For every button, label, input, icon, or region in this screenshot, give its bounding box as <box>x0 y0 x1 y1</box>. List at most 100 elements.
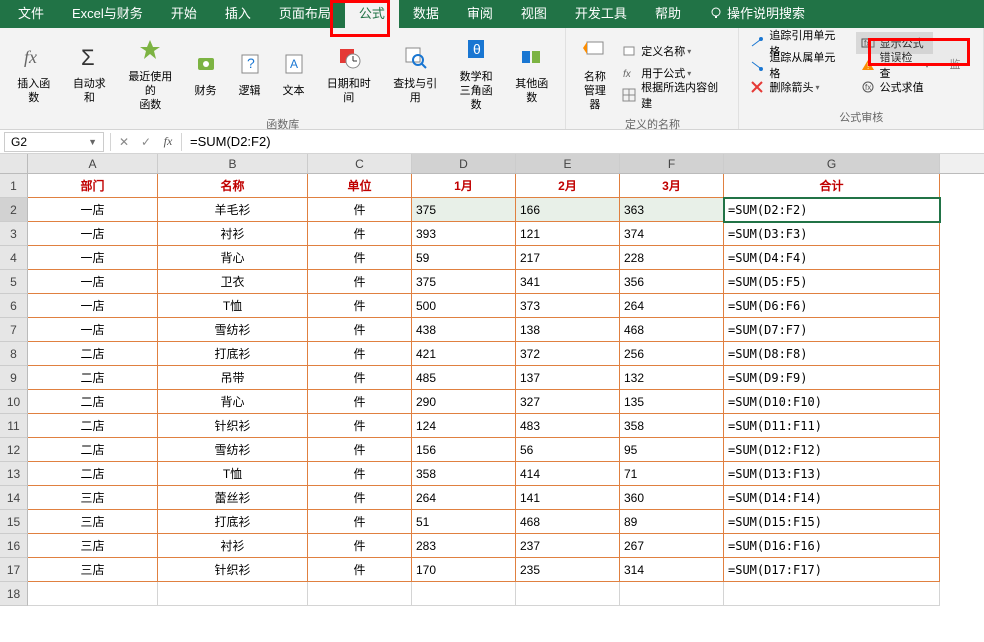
row-header-12[interactable]: 12 <box>0 438 28 462</box>
cell-D15[interactable]: 51 <box>412 510 516 534</box>
header-dept[interactable]: 部门 <box>28 174 158 198</box>
autosum-button[interactable]: Σ 自动求和 <box>62 39 118 107</box>
cell-D2[interactable]: 375 <box>412 198 516 222</box>
cell-B17[interactable]: 针织衫 <box>158 558 308 582</box>
cell-C5[interactable]: 件 <box>308 270 412 294</box>
cell-E17[interactable]: 235 <box>516 558 620 582</box>
header-total[interactable]: 合计 <box>724 174 940 198</box>
header-feb[interactable]: 2月 <box>516 174 620 198</box>
cell-D13[interactable]: 358 <box>412 462 516 486</box>
cell-B7[interactable]: 雪纺衫 <box>158 318 308 342</box>
error-check-button[interactable]: ! 错误检查 ▾ <box>856 54 933 76</box>
cell-G12[interactable]: =SUM(D12:F12) <box>724 438 940 462</box>
menu-view[interactable]: 视图 <box>507 0 561 28</box>
name-manager-button[interactable]: 名称 管理器 <box>572 32 617 114</box>
menu-data[interactable]: 数据 <box>399 0 453 28</box>
cell-G4[interactable]: =SUM(D4:F4) <box>724 246 940 270</box>
cell-A13[interactable]: 二店 <box>28 462 158 486</box>
row-header-6[interactable]: 6 <box>0 294 28 318</box>
cell-D9[interactable]: 485 <box>412 366 516 390</box>
cell-F7[interactable]: 468 <box>620 318 724 342</box>
header-mar[interactable]: 3月 <box>620 174 724 198</box>
cell-C12[interactable]: 件 <box>308 438 412 462</box>
row-header-17[interactable]: 17 <box>0 558 28 582</box>
cell-A14[interactable]: 三店 <box>28 486 158 510</box>
cell-E7[interactable]: 138 <box>516 318 620 342</box>
cell-G11[interactable]: =SUM(D11:F11) <box>724 414 940 438</box>
cell-E2[interactable]: 166 <box>516 198 620 222</box>
cell-C8[interactable]: 件 <box>308 342 412 366</box>
math-button[interactable]: θ 数学和 三角函数 <box>448 32 504 114</box>
cell-C3[interactable]: 件 <box>308 222 412 246</box>
cell-F4[interactable]: 228 <box>620 246 724 270</box>
cell-B15[interactable]: 打底衫 <box>158 510 308 534</box>
col-header-B[interactable]: B <box>158 154 308 173</box>
row-header-11[interactable]: 11 <box>0 414 28 438</box>
cell-G7[interactable]: =SUM(D7:F7) <box>724 318 940 342</box>
cell-C15[interactable]: 件 <box>308 510 412 534</box>
cell-C4[interactable]: 件 <box>308 246 412 270</box>
financial-button[interactable]: 财务 <box>184 46 228 100</box>
menu-home[interactable]: 开始 <box>157 0 211 28</box>
cell-D17[interactable]: 170 <box>412 558 516 582</box>
menu-file[interactable]: 文件 <box>4 0 58 28</box>
col-header-G[interactable]: G <box>724 154 940 173</box>
cell-G8[interactable]: =SUM(D8:F8) <box>724 342 940 366</box>
cell[interactable] <box>620 582 724 606</box>
cell-B13[interactable]: T恤 <box>158 462 308 486</box>
cell-E6[interactable]: 373 <box>516 294 620 318</box>
cell[interactable] <box>308 582 412 606</box>
cell-F6[interactable]: 264 <box>620 294 724 318</box>
cell-A7[interactable]: 一店 <box>28 318 158 342</box>
cell-G14[interactable]: =SUM(D14:F14) <box>724 486 940 510</box>
cell-B9[interactable]: 吊带 <box>158 366 308 390</box>
cell-E16[interactable]: 237 <box>516 534 620 558</box>
row-header-8[interactable]: 8 <box>0 342 28 366</box>
datetime-button[interactable]: 日期和时间 <box>316 39 382 107</box>
cell-A10[interactable]: 二店 <box>28 390 158 414</box>
more-fn-button[interactable]: 其他函数 <box>504 39 560 107</box>
cell-C16[interactable]: 件 <box>308 534 412 558</box>
cell-C10[interactable]: 件 <box>308 390 412 414</box>
cell-F17[interactable]: 314 <box>620 558 724 582</box>
cell-G15[interactable]: =SUM(D15:F15) <box>724 510 940 534</box>
col-header-D[interactable]: D <box>412 154 516 173</box>
cell-B5[interactable]: 卫衣 <box>158 270 308 294</box>
cell-F5[interactable]: 356 <box>620 270 724 294</box>
logical-button[interactable]: ? 逻辑 <box>228 46 272 100</box>
cell-A8[interactable]: 二店 <box>28 342 158 366</box>
col-header-E[interactable]: E <box>516 154 620 173</box>
cell-E4[interactable]: 217 <box>516 246 620 270</box>
cell-D7[interactable]: 438 <box>412 318 516 342</box>
row-header-3[interactable]: 3 <box>0 222 28 246</box>
cell-D16[interactable]: 283 <box>412 534 516 558</box>
row-header-14[interactable]: 14 <box>0 486 28 510</box>
lookup-button[interactable]: 查找与引用 <box>382 39 448 107</box>
cell-G16[interactable]: =SUM(D16:F16) <box>724 534 940 558</box>
cell-F11[interactable]: 358 <box>620 414 724 438</box>
cell-F9[interactable]: 132 <box>620 366 724 390</box>
cell-G17[interactable]: =SUM(D17:F17) <box>724 558 940 582</box>
cell-G3[interactable]: =SUM(D3:F3) <box>724 222 940 246</box>
cell[interactable] <box>412 582 516 606</box>
evaluate-formula-button[interactable]: fx 公式求值 <box>856 76 933 98</box>
cell-F3[interactable]: 374 <box>620 222 724 246</box>
menu-insert[interactable]: 插入 <box>211 0 265 28</box>
col-header-A[interactable]: A <box>28 154 158 173</box>
cell-E12[interactable]: 56 <box>516 438 620 462</box>
watch-window-button[interactable]: 监 <box>933 56 977 74</box>
cell-A15[interactable]: 三店 <box>28 510 158 534</box>
cell-G6[interactable]: =SUM(D6:F6) <box>724 294 940 318</box>
cell-C9[interactable]: 件 <box>308 366 412 390</box>
cell-A3[interactable]: 一店 <box>28 222 158 246</box>
cell-B3[interactable]: 衬衫 <box>158 222 308 246</box>
cell-E13[interactable]: 414 <box>516 462 620 486</box>
cell-B8[interactable]: 打底衫 <box>158 342 308 366</box>
formula-bar[interactable]: =SUM(D2:F2) <box>184 134 984 149</box>
row-header-18[interactable]: 18 <box>0 582 28 606</box>
cell-D3[interactable]: 393 <box>412 222 516 246</box>
recent-button[interactable]: 最近使用的 函数 <box>117 32 183 114</box>
col-header-F[interactable]: F <box>620 154 724 173</box>
cell-F13[interactable]: 71 <box>620 462 724 486</box>
cell-B14[interactable]: 蕾丝衫 <box>158 486 308 510</box>
